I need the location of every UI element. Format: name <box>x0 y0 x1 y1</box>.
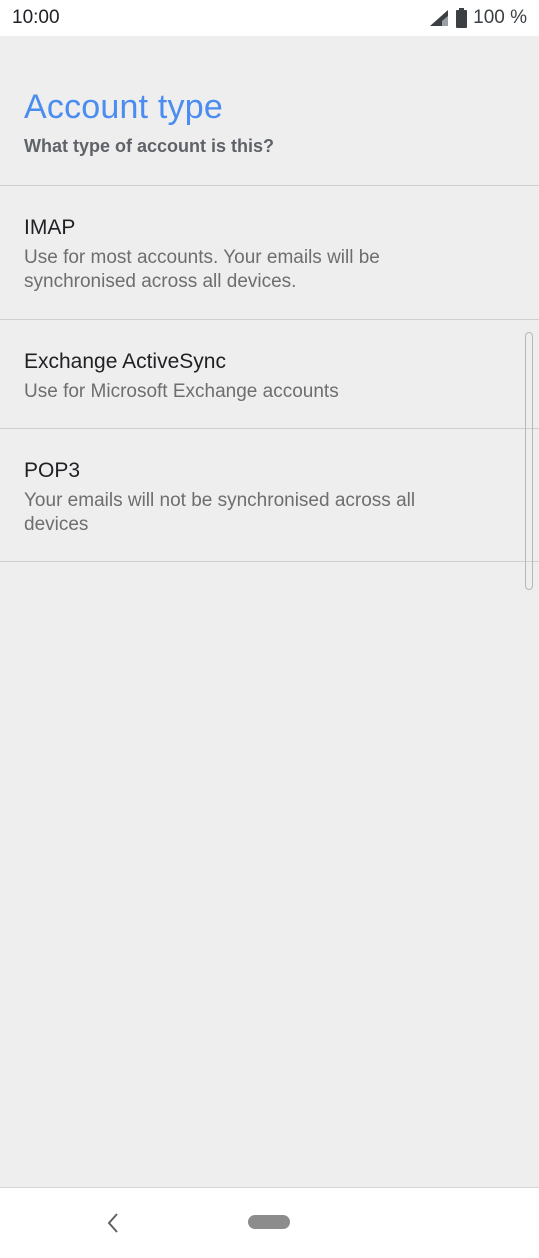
option-description: Use for Microsoft Exchange accounts <box>24 381 339 402</box>
option-exchange-activesync[interactable]: Exchange ActiveSync Use for Microsoft Ex… <box>0 320 539 428</box>
navigation-bar <box>0 1187 539 1258</box>
page-subtitle: What type of account is this? <box>24 136 275 156</box>
option-pop3[interactable]: POP3 Your emails will not be synchronise… <box>0 429 539 561</box>
status-bar: 10:00 100 % <box>0 0 539 36</box>
status-indicators: 100 % <box>430 6 527 30</box>
option-imap[interactable]: IMAP Use for most accounts. Your emails … <box>0 186 539 319</box>
page-header: Account type What type of account is thi… <box>0 36 539 185</box>
option-title: POP3 <box>24 459 81 482</box>
option-description: Use for most accounts. Your emails will … <box>24 247 380 292</box>
page-title: Account type <box>24 88 223 126</box>
option-title: IMAP <box>24 216 76 239</box>
divider <box>0 561 539 562</box>
option-description: Your emails will not be synchronised acr… <box>24 490 416 535</box>
battery-icon <box>456 8 468 28</box>
home-pill-icon[interactable] <box>248 1215 290 1229</box>
scrollbar[interactable] <box>525 332 533 590</box>
signal-icon <box>430 10 449 26</box>
account-type-list: IMAP Use for most accounts. Your emails … <box>0 185 539 562</box>
back-icon[interactable] <box>102 1210 124 1236</box>
option-title: Exchange ActiveSync <box>24 350 226 373</box>
status-time: 10:00 <box>12 7 60 28</box>
battery-percentage: 100 % <box>473 7 527 28</box>
